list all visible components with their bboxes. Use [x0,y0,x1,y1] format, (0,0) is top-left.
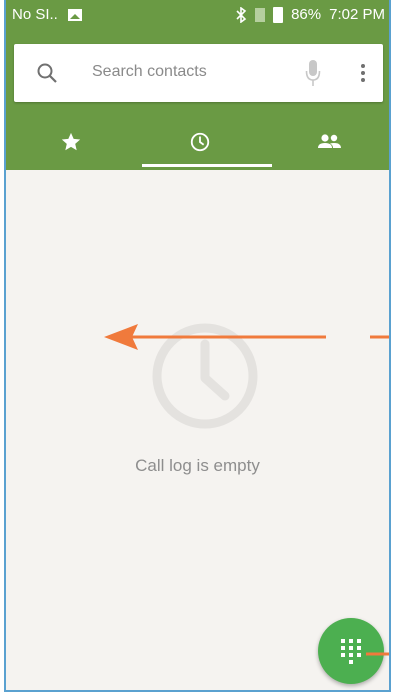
image-notification-icon [67,8,82,21]
dialpad-icon [341,639,361,664]
carrier-text: No SI.. [12,6,58,23]
dialpad-button[interactable] [318,618,384,684]
people-icon [317,134,341,148]
no-sim-icon [255,7,266,22]
tab-contacts[interactable] [264,116,389,168]
tab-favorites[interactable] [6,116,135,168]
search-input[interactable]: Search contacts [92,63,207,81]
battery-percent: 86% [291,6,322,23]
selected-tab-indicator [142,164,272,167]
dialpad-callout-line-annotation [366,652,389,656]
battery-icon [273,6,284,23]
more-options-icon[interactable] [360,63,366,83]
callout-line-annotation [370,335,389,339]
microphone-icon[interactable] [305,58,321,88]
swipe-left-arrow-annotation [104,324,326,350]
search-bar[interactable]: Search contacts [14,44,383,102]
tab-bar [6,116,389,168]
clock-time: 7:02 PM [329,6,385,23]
status-bar: No SI.. 86% 7:02 PM [6,0,389,30]
search-icon[interactable] [36,62,58,84]
star-icon [61,132,80,151]
bluetooth-icon [236,6,247,23]
empty-call-log-message: Call log is empty [135,456,260,475]
app-bar: No SI.. 86% 7:02 PM Search contacts [6,0,389,170]
tab-recents[interactable] [135,116,264,168]
clock-icon [190,132,209,152]
dialer-screen: No SI.. 86% 7:02 PM Search contacts Call… [4,0,391,692]
